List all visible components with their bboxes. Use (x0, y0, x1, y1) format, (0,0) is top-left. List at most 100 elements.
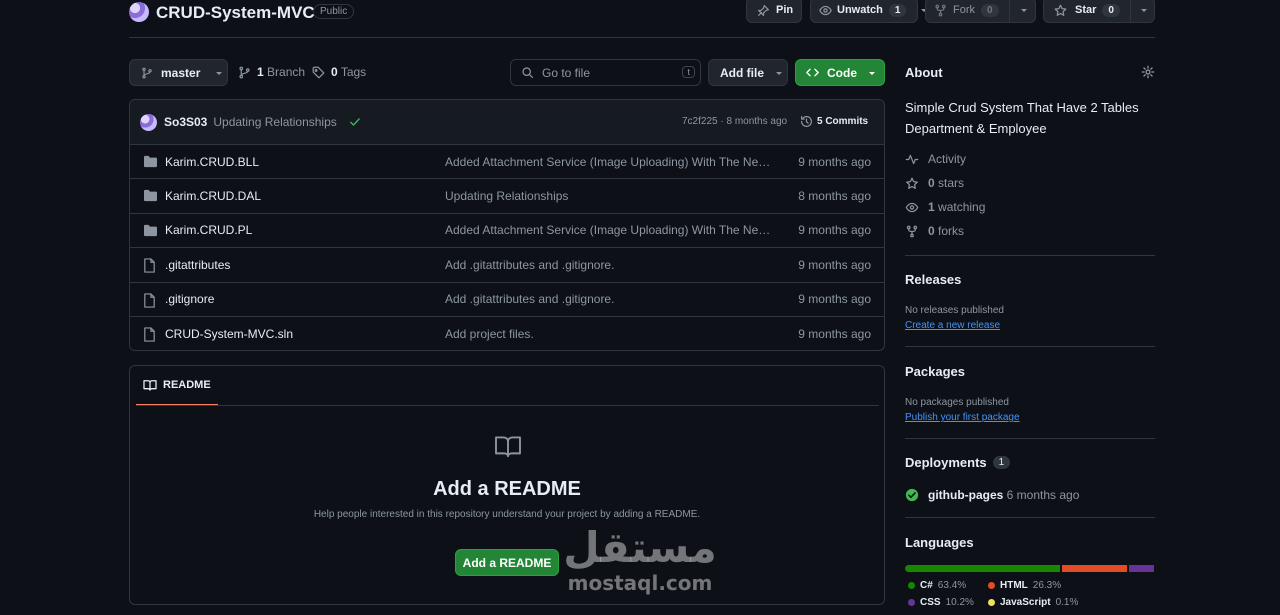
branches-link[interactable]: 1 Branch (238, 65, 305, 79)
fork-icon (905, 225, 919, 238)
language-bar-segment (1128, 565, 1154, 572)
go-to-file-input[interactable]: Go to file t (510, 59, 701, 86)
add-file-button[interactable]: Add file (708, 59, 788, 86)
branch-selector[interactable]: master (129, 59, 228, 86)
book-icon (143, 379, 157, 391)
branch-icon (141, 67, 153, 79)
activity-link[interactable]: Activity (905, 152, 966, 166)
readme-description: Help people interested in this repositor… (313, 509, 701, 520)
star-button[interactable]: Star 0 (1043, 0, 1155, 23)
search-icon (521, 66, 534, 79)
pin-icon (757, 4, 770, 17)
visibility-badge: Public (313, 4, 355, 19)
star-count: 0 (1102, 3, 1120, 17)
language-color-dot (988, 582, 995, 589)
commit-author[interactable]: So3S03 (164, 115, 207, 129)
file-commit-message[interactable]: Added Attachment Service (Image Uploadin… (445, 223, 775, 237)
file-name[interactable]: CRUD-System-MVC.sln (165, 327, 293, 341)
file-name[interactable]: .gitignore (165, 292, 214, 306)
file-commit-time: 8 months ago (798, 189, 871, 204)
folder-icon (143, 224, 158, 237)
file-icon (143, 258, 156, 273)
file-name[interactable]: Karim.CRUD.BLL (165, 155, 259, 169)
releases-title[interactable]: Releases (905, 272, 961, 287)
star-icon (905, 177, 919, 190)
history-icon (800, 115, 813, 128)
sidebar-divider (905, 517, 1155, 518)
file-icon (143, 327, 156, 342)
file-commit-message[interactable]: Add .gitattributes and .gitignore. (445, 258, 775, 272)
file-commit-message[interactable]: Added Attachment Service (Image Uploadin… (445, 155, 775, 169)
table-row[interactable]: CRUD-System-MVC.sln Add project files. 9 m… (130, 317, 884, 350)
fork-count: 0 (981, 3, 999, 17)
latest-commit-bar: So3S03 Updating Relationships 7c2f225 · … (130, 100, 884, 145)
shortcut-key-badge: t (682, 66, 695, 78)
unwatch-button[interactable]: Unwatch 1 (810, 0, 928, 23)
file-name[interactable]: Karim.CRUD.PL (165, 223, 252, 237)
repo-name[interactable]: CRUD-System-MVC (156, 3, 315, 23)
file-name[interactable]: Karim.CRUD.DAL (165, 189, 261, 203)
about-title: About (905, 65, 943, 80)
releases-empty: No releases published (905, 305, 1004, 316)
language-color-dot (908, 582, 915, 589)
readme-divider (136, 405, 879, 406)
chevron-down-icon[interactable] (1019, 5, 1029, 15)
language-item[interactable]: C# 63.4% (908, 580, 988, 591)
fork-button[interactable]: Fork 0 (925, 0, 1036, 23)
folder-icon (143, 189, 158, 202)
create-release-link[interactable]: Create a new release (905, 320, 1000, 331)
book-icon (494, 434, 522, 458)
code-icon (806, 66, 819, 79)
add-readme-button[interactable]: Add a README (455, 549, 559, 576)
languages-list: C# 63.4% HTML 26.3% CSS 10.2% JavaScript 0.1% (908, 580, 1158, 608)
table-row[interactable]: Karim.CRUD.BLL Added Attachment Service (… (130, 145, 884, 180)
header-divider (129, 37, 1155, 38)
language-bar-segment (905, 565, 1061, 572)
chevron-down-icon[interactable] (1139, 5, 1149, 15)
watch-count: 1 (888, 3, 907, 17)
deployments-count: 1 (992, 456, 1011, 469)
check-icon[interactable] (349, 116, 361, 128)
file-commit-message[interactable]: Updating Relationships (445, 189, 775, 203)
forks-link[interactable]: 0 forks (905, 224, 964, 238)
language-item[interactable]: JavaScript 0.1% (988, 597, 1108, 608)
code-button[interactable]: Code (795, 59, 885, 86)
languages-bar (905, 565, 1156, 572)
commit-message[interactable]: Updating Relationships (213, 115, 336, 129)
file-commit-time: 9 months ago (798, 327, 871, 342)
commits-history-link[interactable]: 5 Commits (800, 115, 868, 128)
chevron-down-icon (214, 68, 224, 78)
eye-icon (819, 4, 832, 17)
packages-empty: No packages published (905, 397, 1009, 408)
table-row[interactable]: .gitignore Add .gitattributes and .gitign… (130, 283, 884, 317)
file-commit-time: 9 months ago (798, 257, 871, 272)
table-row[interactable]: Karim.CRUD.PL Added Attachment Service (I… (130, 214, 884, 249)
stars-link[interactable]: 0 stars (905, 176, 964, 190)
about-description: Simple Crud System That Have 2 Tables De… (905, 100, 1139, 136)
readme-heading: Add a README (433, 478, 581, 500)
file-list: So3S03 Updating Relationships 7c2f225 · … (129, 99, 885, 351)
file-commit-time: 9 months ago (798, 154, 871, 169)
publish-package-link[interactable]: Publish your first package (905, 412, 1020, 423)
language-item[interactable]: HTML 26.3% (988, 580, 1108, 591)
tags-link[interactable]: 0 Tags (312, 65, 366, 79)
language-item[interactable]: CSS 10.2% (908, 597, 988, 608)
gear-icon[interactable] (1141, 65, 1155, 79)
author-avatar[interactable] (140, 113, 157, 131)
pulse-icon (905, 153, 919, 166)
deployments-header[interactable]: Deployments 1 (905, 455, 1011, 470)
tab-readme[interactable]: README (143, 379, 211, 391)
file-rows: Karim.CRUD.BLL Added Attachment Service (… (130, 145, 884, 350)
pin-button[interactable]: Pin (746, 0, 802, 23)
repo-owner-avatar[interactable] (129, 2, 149, 22)
watching-link[interactable]: 1 watching (905, 200, 985, 214)
file-commit-message[interactable]: Add .gitattributes and .gitignore. (445, 292, 775, 306)
check-circle-icon (905, 488, 919, 502)
deployment-item[interactable]: github-pages 6 months ago (905, 488, 1079, 502)
commit-hash-time[interactable]: 7c2f225 · 8 months ago (682, 116, 787, 127)
file-name[interactable]: .gitattributes (165, 258, 230, 272)
table-row[interactable]: Karim.CRUD.DAL Updating Relationships 8 mo… (130, 179, 884, 214)
packages-title[interactable]: Packages (905, 364, 965, 379)
table-row[interactable]: .gitattributes Add .gitattributes and .gi… (130, 248, 884, 283)
file-commit-message[interactable]: Add project files. (445, 327, 775, 341)
